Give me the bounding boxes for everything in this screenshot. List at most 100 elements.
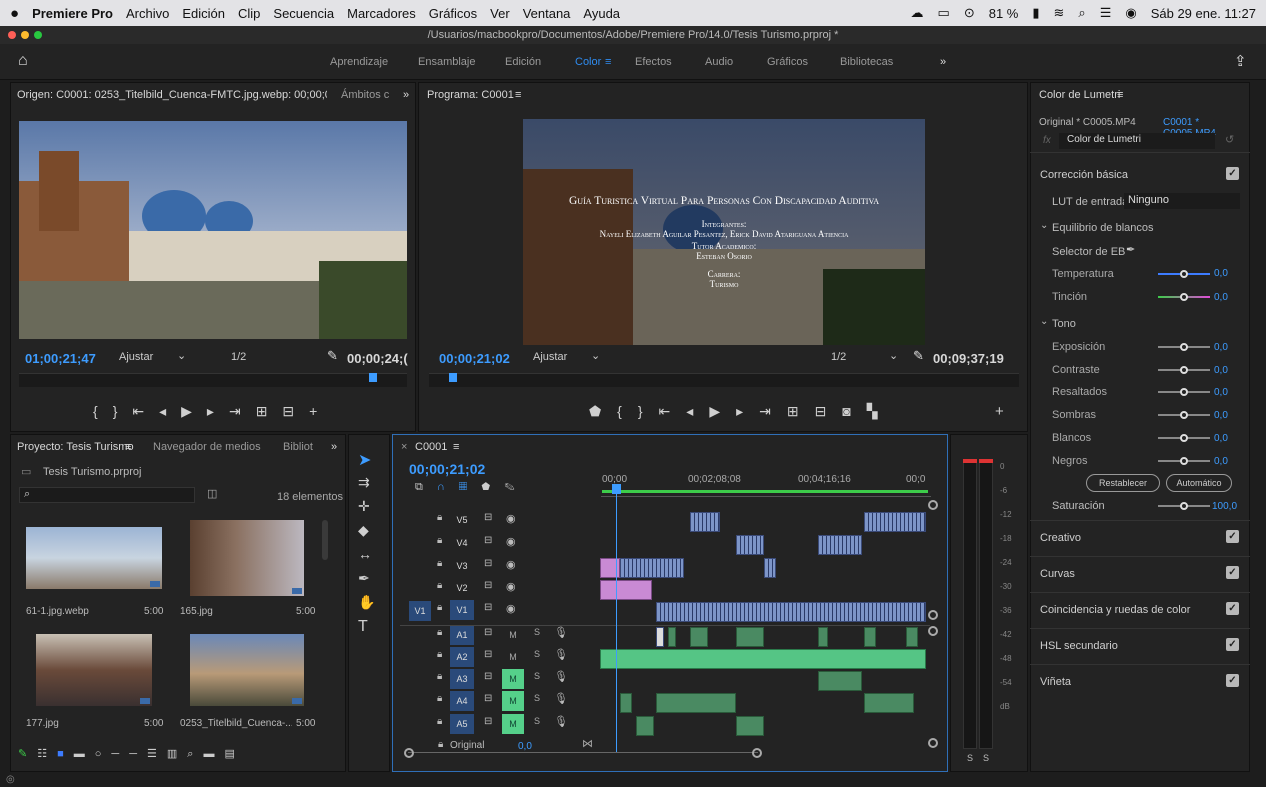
scopes-tab[interactable]: Ámbitos c	[341, 89, 389, 101]
source-scrubber[interactable]	[19, 373, 407, 387]
overwrite-icon[interactable]: ⊟	[282, 403, 309, 419]
solo-button-A1[interactable]: S	[534, 627, 540, 637]
source-res-select[interactable]: 1/2	[231, 351, 246, 363]
mic-icon-A5[interactable]: 🎙︎	[554, 715, 568, 728]
timeline-clip[interactable]	[656, 627, 664, 647]
eye-icon-V3[interactable]: ◉	[506, 558, 516, 571]
insert-icon[interactable]: ⊞	[256, 403, 283, 419]
new-item-icon[interactable]: ▤	[224, 748, 244, 760]
type-tool-icon[interactable]: T	[358, 618, 368, 636]
track-target-A2[interactable]: A2	[450, 647, 474, 667]
lumetri-effect-select[interactable]: Color de Lumetri	[1059, 133, 1215, 149]
program-fit-chevron-icon[interactable]: ⌄	[591, 349, 600, 362]
source-patch-V1[interactable]: V1	[409, 601, 431, 621]
go-out-icon[interactable]: ⇥	[229, 403, 256, 419]
automate-icon[interactable]: ▥	[167, 748, 187, 760]
wifi-icon[interactable]: ≋	[1054, 5, 1065, 21]
ws-more[interactable]: »	[940, 56, 946, 68]
program-timecode[interactable]: 00;00;21;02	[439, 351, 510, 366]
hscroll-left-knob[interactable]	[404, 748, 414, 758]
prog-step-back-icon[interactable]: ◂	[686, 403, 709, 419]
hand-tool-icon[interactable]: ✋	[358, 594, 375, 611]
solo-right-button[interactable]: S	[983, 753, 989, 763]
thumb-0253[interactable]	[190, 634, 304, 706]
reset-effect-icon[interactable]: ↺	[1225, 133, 1234, 146]
siri-icon[interactable]: ◉	[1125, 5, 1136, 21]
project-search-input[interactable]	[38, 488, 188, 502]
program-scrubber[interactable]	[429, 373, 1019, 387]
timeline-clip[interactable]	[600, 649, 926, 669]
project-tab[interactable]: Proyecto: Tesis Turismo	[17, 441, 134, 453]
solo-left-button[interactable]: S	[967, 753, 973, 763]
tone-value-2[interactable]: 0,0	[1214, 387, 1228, 398]
screen-icon[interactable]: ▭	[938, 5, 950, 21]
menu-archivo[interactable]: Archivo	[126, 6, 169, 21]
prog-mark-in-icon[interactable]: {	[617, 403, 638, 419]
source-more[interactable]: »	[403, 89, 409, 101]
solo-button-A2[interactable]: S	[534, 649, 540, 659]
program-res-chevron-icon[interactable]: ⌄	[889, 349, 898, 362]
razor-tool-icon[interactable]: ◆	[358, 522, 369, 539]
ws-ensamblaje[interactable]: Ensamblaje	[418, 56, 475, 68]
control-center-icon[interactable]: ☰	[1100, 5, 1112, 21]
zoom-window-icon[interactable]	[34, 31, 42, 39]
tone-knob-5[interactable]	[1180, 456, 1188, 465]
play-icon[interactable]: ▶	[181, 403, 207, 419]
vscroll-audio-knob-2[interactable]	[928, 738, 938, 748]
program-playhead-icon[interactable]	[449, 373, 457, 382]
tint-knob[interactable]	[1180, 293, 1188, 301]
saturation-slider[interactable]	[1158, 502, 1210, 510]
battery-percent[interactable]: 81 %	[989, 6, 1019, 21]
tone-value-3[interactable]: 0,0	[1214, 410, 1228, 421]
media-browser-tab[interactable]: Navegador de medios	[153, 441, 261, 453]
source-timecode[interactable]: 01;00;21;47	[25, 351, 96, 366]
sync-lock-icon-A5[interactable]: ⊟	[484, 716, 492, 727]
vscroll-video-knob-2[interactable]	[928, 610, 938, 620]
mic-icon-A1[interactable]: 🎙︎	[554, 626, 568, 639]
timeline-menu-icon[interactable]: ≡	[453, 441, 459, 453]
auto-button[interactable]: Automático	[1166, 474, 1232, 492]
wrench-icon[interactable]: ✎	[327, 348, 338, 364]
snap-icon[interactable]: ∩	[437, 481, 459, 493]
tone-knob-4[interactable]	[1180, 433, 1188, 442]
track-target-A4[interactable]: A4	[450, 691, 474, 711]
vscroll-audio-knob[interactable]	[928, 626, 938, 636]
eyedropper-icon[interactable]: ✒	[1126, 243, 1135, 256]
linked-selection-icon[interactable]: ▦	[459, 481, 481, 493]
section-checkbox-1[interactable]: ✓	[1226, 566, 1239, 579]
tone-value-0[interactable]: 0,0	[1214, 342, 1228, 353]
extract-icon[interactable]: ⊟	[815, 403, 843, 419]
timeline-clip[interactable]	[690, 627, 708, 647]
timeline-clip[interactable]	[736, 716, 764, 736]
vscroll-video-knob[interactable]	[928, 500, 938, 510]
solo-button-A3[interactable]: S	[534, 671, 540, 681]
timeline-clip[interactable]	[736, 627, 764, 647]
prog-go-out-icon[interactable]: ⇥	[759, 403, 787, 419]
new-bin-icon[interactable]: ▬	[203, 748, 224, 760]
play-circle-icon[interactable]: ⊙	[964, 5, 975, 21]
sync-lock-icon-A4[interactable]: ⊟	[484, 693, 492, 704]
solo-button-A5[interactable]: S	[534, 716, 540, 726]
add-button-icon[interactable]: +	[309, 403, 332, 419]
timeline-close-icon[interactable]: ×	[401, 441, 407, 453]
master-lock-icon[interactable]: 🔒︎	[438, 739, 443, 750]
mute-button-A4[interactable]: M	[502, 691, 524, 711]
lock-icon-V5[interactable]: 🔒︎	[437, 512, 442, 523]
solo-button-A4[interactable]: S	[534, 693, 540, 703]
track-target-V3[interactable]: V3	[450, 556, 474, 576]
track-target-V5[interactable]: V5	[450, 510, 474, 530]
thumb-177[interactable]	[36, 634, 152, 706]
tone-slider-2[interactable]	[1158, 388, 1210, 397]
source-title[interactable]: Origen: C0001: 0253_Titelbild_Cuenca-FMT…	[17, 89, 327, 101]
mic-icon-A3[interactable]: 🎙︎	[554, 670, 568, 683]
timeline-clip[interactable]	[864, 512, 926, 532]
reset-button[interactable]: Restablecer	[1086, 474, 1160, 492]
timeline-clip[interactable]	[690, 512, 720, 532]
spotlight-icon[interactable]: ⌕	[1078, 5, 1085, 21]
lumetri-title[interactable]: Color de Lumetri	[1039, 89, 1120, 101]
program-wrench-icon[interactable]: ✎	[913, 348, 924, 364]
tone-slider-1[interactable]	[1158, 365, 1210, 374]
lock-icon-A1[interactable]: 🔒︎	[437, 627, 442, 638]
mark-in-icon[interactable]: {	[93, 403, 113, 419]
menu-secuencia[interactable]: Secuencia	[273, 6, 334, 21]
